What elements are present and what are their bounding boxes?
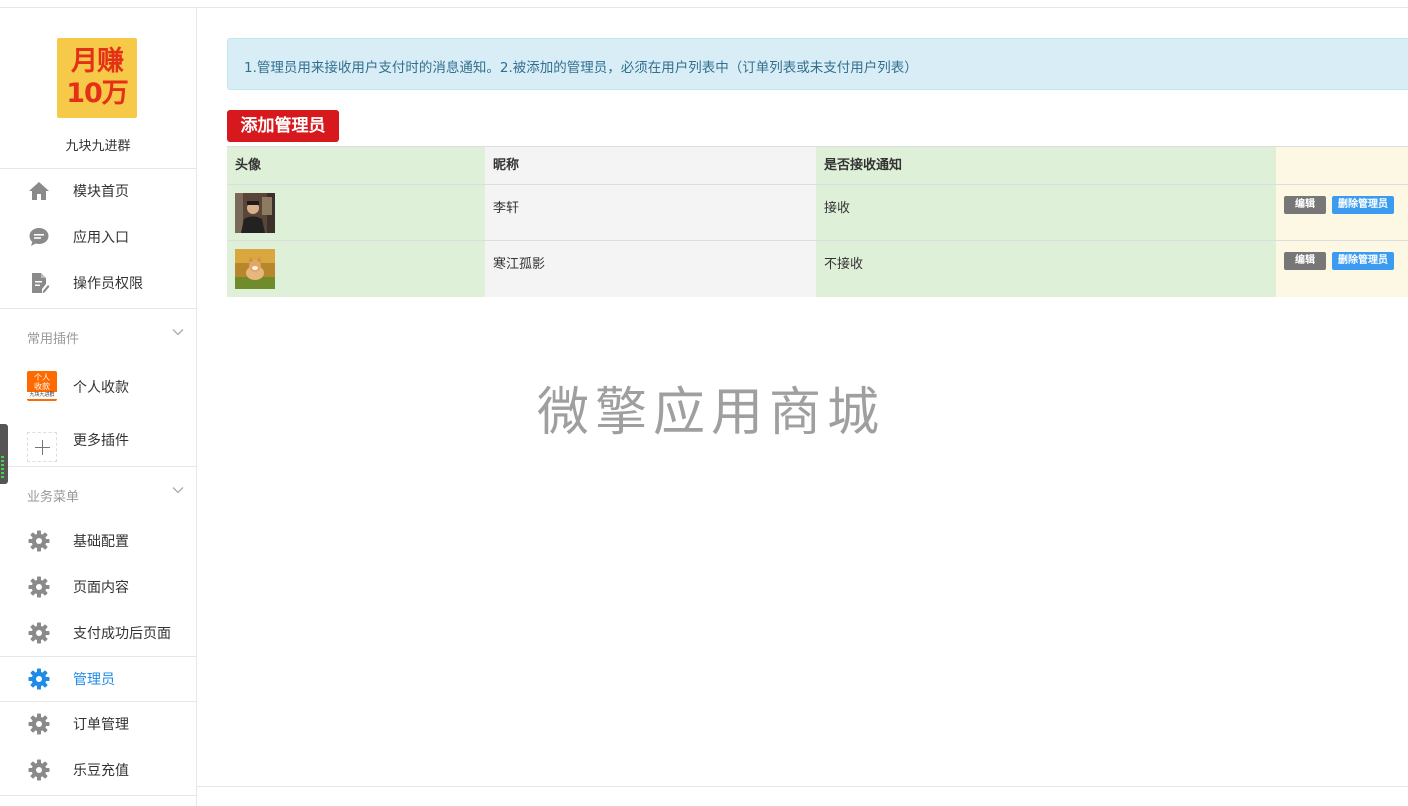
header-ops	[1276, 146, 1408, 185]
sidebar-item-label: 订单管理	[73, 717, 129, 733]
table-row: 寒江孤影 不接收 编辑 删除管理员	[227, 240, 1408, 297]
sidebar-item-label: 个人收款	[73, 380, 129, 396]
sidebar-item-basic-config[interactable]: 基础配置	[0, 518, 196, 562]
sidebar-item-label: 基础配置	[73, 534, 129, 550]
sidebar-item-label: 页面内容	[73, 580, 129, 596]
app-name: 九块九进群	[65, 139, 131, 154]
delete-admin-button[interactable]: 删除管理员	[1332, 252, 1394, 270]
avatar-cell	[227, 184, 485, 241]
edit-button[interactable]: 编辑	[1284, 252, 1326, 270]
logo-line2: 10万	[66, 78, 129, 109]
logo-line1: 月赚	[71, 46, 124, 77]
info-notice: 1.管理员用来接收用户支付时的消息通知。2.被添加的管理员，必须在用户列表中（订…	[227, 38, 1408, 90]
sidebar-item-label: 管理员	[73, 672, 115, 688]
document-edit-icon	[32, 273, 50, 293]
ops-cell: 编辑 删除管理员	[1276, 240, 1408, 297]
notice-text: 1.管理员用来接收用户支付时的消息通知。2.被添加的管理员，必须在用户列表中（订…	[244, 60, 918, 76]
avatar-cell	[227, 240, 485, 297]
header-avatar: 头像	[227, 146, 485, 185]
gear-icon	[28, 759, 50, 781]
divider	[0, 308, 196, 309]
sidebar-item-page-content[interactable]: 页面内容	[0, 564, 196, 608]
sidebar-item-payment-success-page[interactable]: 支付成功后页面	[0, 610, 196, 654]
sidebar-item-more-plugins[interactable]: 更多插件	[0, 415, 196, 459]
business-group-title: 业务菜单	[27, 490, 80, 505]
admin-table: 头像 昵称 是否接收通知 李轩 接收 编辑 删除管理员 寒江孤影 不接收 编辑 …	[227, 146, 1408, 297]
plugin-group-title: 常用插件	[27, 332, 80, 347]
watermark-text: 微擎应用商城	[537, 383, 886, 443]
notify-cell: 接收	[816, 184, 1276, 241]
handle-grip	[1, 456, 4, 480]
divider	[0, 466, 196, 467]
sidebar-item-label: 操作员权限	[73, 276, 143, 292]
divider	[0, 795, 196, 796]
sidebar-item-operator-permissions[interactable]: 操作员权限	[0, 260, 196, 304]
sidebar-item-label: 乐豆充值	[73, 763, 129, 779]
sidebar-item-personal-payment[interactable]: 个人收款	[0, 363, 196, 407]
avatar	[235, 249, 275, 289]
header-nickname: 昵称	[485, 146, 816, 185]
delete-admin-button[interactable]: 删除管理员	[1332, 196, 1394, 214]
sidebar-item-app-entry[interactable]: 应用入口	[0, 214, 196, 258]
chat-bubble-icon	[29, 228, 49, 246]
notify-cell: 不接收	[816, 240, 1276, 297]
sidebar-item-admins[interactable]: 管理员	[0, 656, 196, 700]
sidebar-item-label: 更多插件	[73, 433, 129, 449]
add-admin-button[interactable]: 添加管理员	[227, 110, 339, 142]
sidebar-item-label: 支付成功后页面	[73, 626, 171, 642]
side-scroll-handle[interactable]	[0, 424, 8, 484]
sidebar-item-label: 应用入口	[73, 230, 129, 246]
gear-icon	[28, 668, 50, 690]
home-icon	[29, 182, 49, 200]
sidebar-item-label: 模块首页	[73, 184, 129, 200]
edit-button[interactable]: 编辑	[1284, 196, 1326, 214]
nickname-cell: 寒江孤影	[485, 240, 816, 297]
chevron-down-icon[interactable]	[172, 484, 184, 496]
top-border	[0, 0, 1408, 8]
bottom-border	[197, 786, 1408, 787]
chevron-down-icon[interactable]	[172, 326, 184, 338]
header-notify: 是否接收通知	[816, 146, 1276, 185]
sidebar-item-order-management[interactable]: 订单管理	[0, 701, 196, 745]
table-header-row: 头像 昵称 是否接收通知	[227, 146, 1408, 185]
gear-icon	[28, 713, 50, 735]
gear-icon	[28, 622, 50, 644]
sidebar-item-module-home[interactable]: 模块首页	[0, 168, 196, 212]
table-row: 李轩 接收 编辑 删除管理员	[227, 184, 1408, 241]
avatar	[235, 193, 275, 233]
ops-cell: 编辑 删除管理员	[1276, 184, 1408, 241]
app-logo: 月赚 10万	[57, 38, 137, 118]
gear-icon	[28, 530, 50, 552]
sidebar: 月赚 10万 九块九进群 模块首页 应用入口 操作员权限 常用插件 个人 收款 …	[0, 8, 197, 806]
gear-icon	[28, 576, 50, 598]
sidebar-item-ledou-recharge[interactable]: 乐豆充值	[0, 747, 196, 791]
nickname-cell: 李轩	[485, 184, 816, 241]
